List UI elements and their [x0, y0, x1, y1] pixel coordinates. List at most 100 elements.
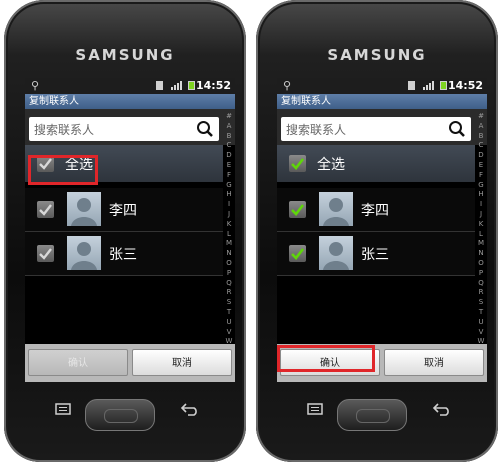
alphabet-letter[interactable]: O [475, 259, 487, 269]
home-button[interactable] [85, 399, 155, 431]
alphabet-letter[interactable]: J [223, 210, 235, 220]
contact-row[interactable]: 李四 [25, 188, 223, 232]
alphabet-letter[interactable]: C [475, 141, 487, 151]
battery-icon [440, 81, 447, 90]
alphabet-letter[interactable]: # [475, 112, 487, 122]
alphabet-letter[interactable]: J [475, 210, 487, 220]
alphabet-letter[interactable]: D [223, 151, 235, 161]
check-icon [39, 204, 52, 216]
back-icon[interactable] [432, 401, 452, 420]
cancel-button[interactable]: 取消 [384, 349, 484, 376]
select-all-checkbox[interactable] [37, 155, 54, 172]
signal-icon [423, 81, 434, 90]
usb-icon: ⚲ [31, 79, 40, 92]
alphabet-letter[interactable]: C [223, 141, 235, 151]
alphabet-letter[interactable]: L [475, 230, 487, 240]
signal-icon [171, 81, 182, 90]
alphabet-letter[interactable]: Q [475, 279, 487, 289]
contact-name: 张三 [109, 247, 137, 263]
contact-row[interactable]: 张三 [25, 232, 223, 276]
cancel-button[interactable]: 取消 [132, 349, 232, 376]
contact-checkbox[interactable] [289, 245, 306, 262]
alphabet-letter[interactable]: U [475, 318, 487, 328]
alphabet-letter[interactable]: D [475, 151, 487, 161]
status-time: 14:52 [195, 79, 231, 92]
alphabet-letter[interactable]: P [475, 269, 487, 279]
alphabet-letter[interactable]: E [223, 161, 235, 171]
alphabet-letter[interactable]: M [223, 239, 235, 249]
search-input[interactable]: 搜索联系人 [29, 117, 219, 141]
confirm-button[interactable]: 确认 [28, 349, 128, 376]
alphabet-index[interactable]: #ABCDEFGHIJKLMNOPQRSTUVWXYZ [475, 112, 487, 375]
alphabet-letter[interactable]: O [223, 259, 235, 269]
select-all-row[interactable]: 全选 [277, 145, 475, 182]
alphabet-letter[interactable]: V [475, 328, 487, 338]
brand-logo: SAMSUNG [75, 46, 175, 64]
alphabet-index[interactable]: #ABCDEFGHIJKLMNOPQRSTUVWXYZ [223, 112, 235, 375]
alphabet-letter[interactable]: T [223, 308, 235, 318]
button-bar: 确认 取消 [277, 344, 487, 382]
alphabet-letter[interactable]: N [223, 249, 235, 259]
alphabet-letter[interactable]: P [223, 269, 235, 279]
search-placeholder: 搜索联系人 [286, 123, 347, 137]
search-icon[interactable] [448, 120, 466, 138]
alphabet-letter[interactable]: S [475, 298, 487, 308]
alphabet-letter[interactable]: R [475, 288, 487, 298]
select-all-checkbox[interactable] [289, 155, 306, 172]
alphabet-letter[interactable]: R [223, 288, 235, 298]
home-button[interactable] [337, 399, 407, 431]
alphabet-letter[interactable]: B [475, 132, 487, 142]
alphabet-letter[interactable]: L [223, 230, 235, 240]
search-icon[interactable] [196, 120, 214, 138]
alphabet-letter[interactable]: M [475, 239, 487, 249]
alphabet-letter[interactable]: # [223, 112, 235, 122]
avatar [319, 192, 353, 226]
alphabet-letter[interactable]: A [475, 122, 487, 132]
confirm-button[interactable]: 确认 [280, 349, 380, 376]
search-bar: 搜索联系人 [25, 109, 235, 145]
contact-name: 李四 [361, 203, 389, 219]
contact-row[interactable]: 李四 [277, 188, 475, 232]
battery-icon [188, 81, 195, 90]
phone-left: SAMSUNG ⚲ 14:52 复制联系人 搜索联系人 # A B C D E F G H I J K… [4, 0, 246, 462]
alphabet-letter[interactable]: N [475, 249, 487, 259]
contact-row[interactable]: 张三 [277, 232, 475, 276]
select-all-row[interactable]: 全选 [25, 145, 223, 182]
alphabet-letter[interactable]: T [475, 308, 487, 318]
alphabet-letter[interactable]: H [223, 190, 235, 200]
alphabet-letter[interactable]: H [475, 190, 487, 200]
person-silhouette-icon [71, 242, 97, 270]
usb-icon: ⚲ [283, 79, 292, 92]
status-time: 14:52 [447, 79, 483, 92]
alphabet-letter[interactable]: S [223, 298, 235, 308]
alphabet-letter[interactable]: Q [223, 279, 235, 289]
check-icon [291, 248, 305, 260]
menu-icon[interactable] [306, 401, 324, 420]
menu-icon[interactable] [54, 401, 72, 420]
phone-right: SAMSUNG ⚲ 14:52 复制联系人 搜索联系人 # A B C D E F G H I J K… [256, 0, 498, 462]
alphabet-letter[interactable]: B [223, 132, 235, 142]
person-silhouette-icon [323, 242, 349, 270]
alphabet-letter[interactable]: U [223, 318, 235, 328]
alphabet-letter[interactable]: F [475, 171, 487, 181]
back-icon[interactable] [180, 401, 200, 420]
alphabet-letter[interactable]: E [475, 161, 487, 171]
avatar [67, 192, 101, 226]
screen: ⚲ 14:52 复制联系人 搜索联系人 # A B C D E F G H I J K L M N O P Q R S… [277, 78, 487, 382]
avatar [67, 236, 101, 270]
alphabet-letter[interactable]: K [475, 220, 487, 230]
check-icon [39, 158, 52, 170]
alphabet-letter[interactable]: F [223, 171, 235, 181]
contact-checkbox[interactable] [37, 201, 54, 218]
alphabet-letter[interactable]: I [475, 200, 487, 210]
alphabet-letter[interactable]: G [223, 181, 235, 191]
alphabet-letter[interactable]: I [223, 200, 235, 210]
contact-checkbox[interactable] [37, 245, 54, 262]
search-input[interactable]: 搜索联系人 [281, 117, 471, 141]
contact-checkbox[interactable] [289, 201, 306, 218]
alphabet-letter[interactable]: A [223, 122, 235, 132]
alphabet-letter[interactable]: K [223, 220, 235, 230]
alphabet-letter[interactable]: V [223, 328, 235, 338]
status-bar: ⚲ 14:52 [25, 78, 235, 94]
alphabet-letter[interactable]: G [475, 181, 487, 191]
